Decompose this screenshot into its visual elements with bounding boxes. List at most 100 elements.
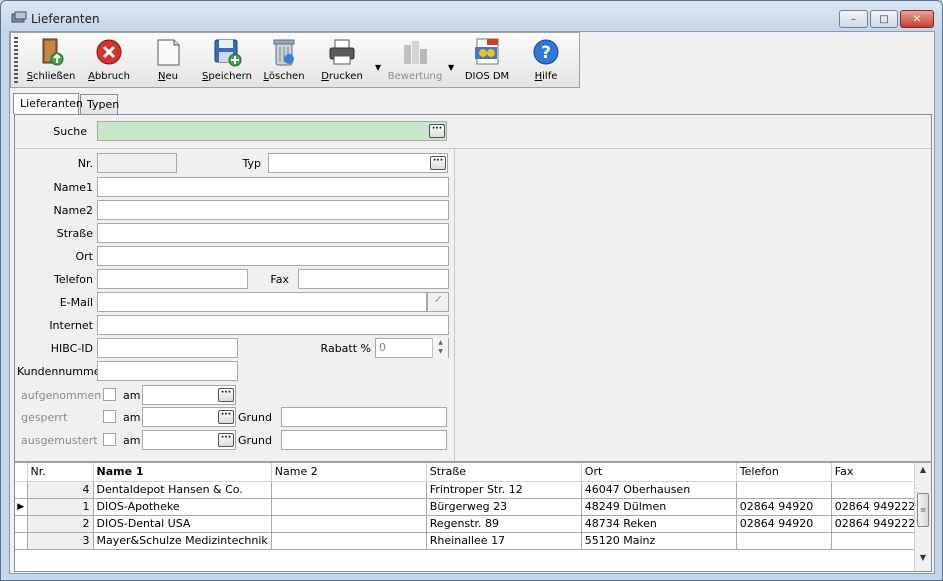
cell-name2[interactable] bbox=[271, 498, 427, 516]
cell-strasse[interactable]: Regenstr. 89 bbox=[426, 515, 582, 533]
cell-nr[interactable]: 2 bbox=[27, 515, 94, 533]
fax-field[interactable] bbox=[298, 269, 449, 289]
cell-name2[interactable] bbox=[271, 515, 427, 533]
help-label: Hilfe bbox=[534, 71, 558, 82]
cell-name2[interactable] bbox=[271, 481, 427, 499]
strasse-field[interactable] bbox=[97, 223, 449, 243]
scroll-down-arrow-icon[interactable]: ▼ bbox=[915, 553, 931, 567]
grid-vertical-scrollbar[interactable]: ▲ ≡ ▼ bbox=[914, 463, 931, 571]
cell-strasse[interactable]: Frintroper Str. 12 bbox=[426, 481, 582, 499]
cell-name1[interactable]: DIOS-Dental USA bbox=[93, 515, 272, 533]
rating-button[interactable]: Bewertung bbox=[387, 37, 443, 87]
ort-field[interactable] bbox=[97, 246, 449, 266]
close-window-button[interactable]: ✕ bbox=[900, 10, 934, 28]
strasse-label: Straße bbox=[56, 227, 93, 240]
table-row-current[interactable]: ▶ 1 DIOS-Apotheke Bürgerweg 23 48249 Dül… bbox=[15, 498, 928, 516]
cell-telefon[interactable]: 02864 94920 bbox=[736, 498, 832, 516]
name2-field[interactable] bbox=[97, 200, 449, 220]
cell-telefon[interactable] bbox=[736, 532, 832, 550]
save-button[interactable]: Speichern bbox=[199, 37, 255, 87]
current-row-indicator-icon[interactable]: ▶ bbox=[15, 498, 28, 516]
search-input[interactable] bbox=[97, 121, 447, 141]
row-selector[interactable] bbox=[15, 515, 28, 533]
cell-strasse[interactable]: Rheinallee 17 bbox=[426, 532, 582, 550]
typ-ellipsis-button[interactable]: ··· bbox=[430, 156, 446, 170]
internet-label: Internet bbox=[49, 319, 93, 332]
gesperrt-am-label: am bbox=[123, 411, 141, 424]
email-send-button[interactable]: ⟋ bbox=[427, 292, 449, 312]
rating-dropdown-arrow[interactable]: ▼ bbox=[448, 63, 454, 72]
tab-lieferanten[interactable]: Lieferanten bbox=[13, 93, 83, 114]
internet-field[interactable] bbox=[97, 315, 449, 335]
gesperrt-checkbox[interactable] bbox=[103, 410, 116, 423]
help-button[interactable]: ? Hilfe bbox=[521, 37, 571, 87]
delete-button[interactable]: Löschen bbox=[259, 37, 309, 87]
delete-icon bbox=[273, 39, 295, 66]
cell-fax[interactable]: 02864 949222 bbox=[831, 498, 928, 516]
table-row[interactable]: 2 DIOS-Dental USA Regenstr. 89 48734 Rek… bbox=[15, 515, 928, 533]
ausgemustert-ellipsis-button[interactable]: ··· bbox=[218, 433, 234, 447]
minimize-button[interactable]: – bbox=[839, 10, 868, 28]
dios-dm-button[interactable]: DIOS DM bbox=[461, 37, 513, 87]
cell-ort[interactable]: 46047 Oberhausen bbox=[581, 481, 737, 499]
rabatt-spinner[interactable]: ▲ ▼ bbox=[432, 338, 448, 358]
row-selector[interactable] bbox=[15, 481, 28, 499]
toolbar-grip[interactable] bbox=[14, 37, 18, 85]
search-ellipsis-button[interactable]: ··· bbox=[429, 124, 445, 138]
kundennummer-field[interactable] bbox=[97, 361, 238, 381]
ausgemustert-am-label: am bbox=[123, 434, 141, 447]
maximize-button[interactable]: □ bbox=[870, 10, 898, 28]
cell-name1[interactable]: DIOS-Apotheke bbox=[93, 498, 272, 516]
telefon-field[interactable] bbox=[97, 269, 248, 289]
title-bar[interactable]: Lieferanten – □ ✕ bbox=[1, 1, 942, 31]
aufgenommen-checkbox[interactable] bbox=[103, 388, 116, 401]
column-header-nr[interactable]: Nr. bbox=[27, 463, 94, 482]
gesperrt-ellipsis-button[interactable]: ··· bbox=[218, 410, 234, 424]
tab-typen[interactable]: Typen bbox=[80, 94, 119, 114]
cell-ort[interactable]: 48249 Dülmen bbox=[581, 498, 737, 516]
svg-text:?: ? bbox=[541, 43, 551, 63]
column-header-telefon[interactable]: Telefon bbox=[736, 463, 832, 482]
typ-field[interactable] bbox=[268, 153, 448, 173]
table-row[interactable]: 3 Mayer&Schulze Medizintechnik Rheinalle… bbox=[15, 532, 928, 550]
dios-dm-icon bbox=[475, 38, 499, 65]
column-header-name2[interactable]: Name 2 bbox=[271, 463, 427, 482]
cell-name2[interactable] bbox=[271, 532, 427, 550]
cancel-icon bbox=[96, 39, 122, 65]
aufgenommen-ellipsis-button[interactable]: ··· bbox=[218, 388, 234, 402]
print-dropdown-arrow[interactable]: ▼ bbox=[375, 63, 381, 72]
column-header-name1[interactable]: Name 1 bbox=[93, 463, 272, 482]
cell-telefon[interactable] bbox=[736, 481, 832, 499]
scroll-thumb[interactable]: ≡ bbox=[917, 493, 929, 527]
cell-fax[interactable] bbox=[831, 481, 928, 499]
column-header-fax[interactable]: Fax bbox=[831, 463, 928, 482]
name1-field[interactable] bbox=[97, 177, 449, 197]
cancel-button[interactable]: Abbruch bbox=[83, 37, 135, 87]
nr-field[interactable] bbox=[97, 153, 177, 173]
column-header-strasse[interactable]: Straße bbox=[426, 463, 582, 482]
cell-nr[interactable]: 4 bbox=[27, 481, 94, 499]
new-button[interactable]: Neu bbox=[143, 37, 193, 87]
cell-ort[interactable]: 48734 Reken bbox=[581, 515, 737, 533]
cell-ort[interactable]: 55120 Mainz bbox=[581, 532, 737, 550]
ausgemustert-checkbox[interactable] bbox=[103, 433, 116, 446]
hibc-field[interactable] bbox=[97, 338, 238, 358]
cell-telefon[interactable]: 02864 94920 bbox=[736, 515, 832, 533]
row-selector[interactable] bbox=[15, 532, 28, 550]
close-button[interactable]: Schließen bbox=[25, 37, 77, 87]
ausgemustert-grund-field[interactable] bbox=[281, 430, 447, 450]
cell-nr[interactable]: 1 bbox=[27, 498, 94, 516]
table-row[interactable]: 4 Dentaldepot Hansen & Co. Frintroper St… bbox=[15, 481, 928, 499]
column-header-ort[interactable]: Ort bbox=[581, 463, 737, 482]
cell-fax[interactable]: 02864 949222 bbox=[831, 515, 928, 533]
cell-fax[interactable] bbox=[831, 532, 928, 550]
scroll-up-arrow-icon[interactable]: ▲ bbox=[915, 465, 931, 479]
cell-name1[interactable]: Mayer&Schulze Medizintechnik bbox=[93, 532, 272, 550]
aufgenommen-am-label: am bbox=[123, 389, 141, 402]
cell-strasse[interactable]: Bürgerweg 23 bbox=[426, 498, 582, 516]
email-field[interactable] bbox=[97, 292, 427, 312]
gesperrt-grund-field[interactable] bbox=[281, 407, 447, 427]
cell-nr[interactable]: 3 bbox=[27, 532, 94, 550]
print-button[interactable]: Drucken bbox=[317, 37, 367, 87]
cell-name1[interactable]: Dentaldepot Hansen & Co. bbox=[93, 481, 272, 499]
